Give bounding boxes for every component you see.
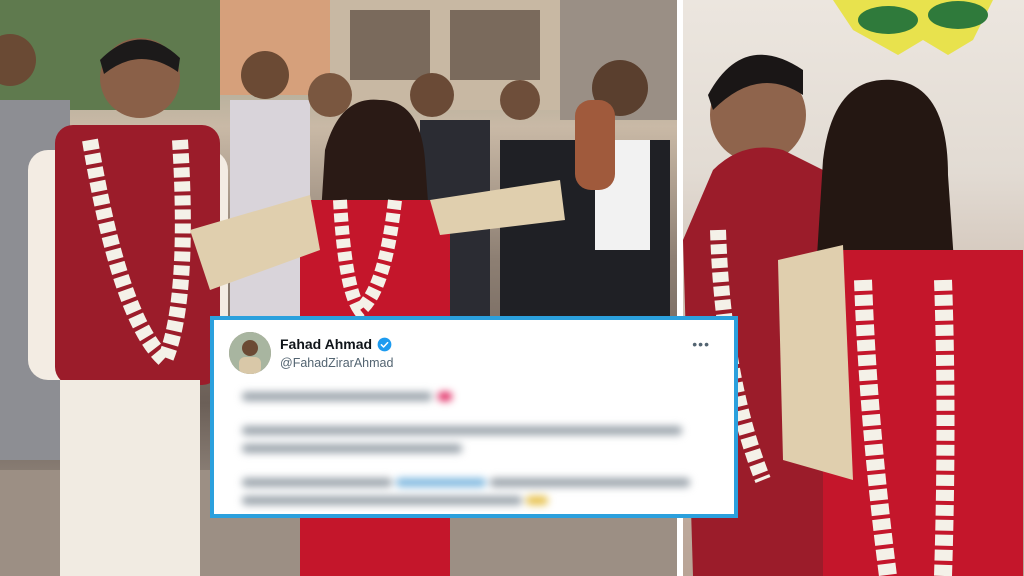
blurred-text-line (242, 426, 682, 435)
avatar-image (229, 332, 271, 374)
blurred-text-line (242, 444, 462, 453)
verified-badge-icon (377, 337, 392, 351)
blurred-mention-link (396, 478, 486, 487)
author-avatar[interactable] (229, 332, 271, 374)
blurred-text-line (490, 478, 690, 487)
blurred-text-line (242, 478, 392, 487)
blurred-text-line (242, 496, 522, 505)
blurred-text-line (242, 392, 432, 401)
tweet-body-blurred (234, 382, 714, 510)
author-name-row: Fahad Ahmad (280, 336, 392, 352)
tweet-card[interactable]: Fahad Ahmad @FahadZirarAhmad ••• (210, 316, 738, 518)
author-name[interactable]: Fahad Ahmad (280, 336, 372, 352)
blurred-heart-emoji (438, 392, 452, 401)
more-options-icon[interactable]: ••• (692, 337, 710, 351)
author-handle[interactable]: @FahadZirarAhmad (280, 356, 393, 370)
blurred-emoji (526, 496, 548, 505)
